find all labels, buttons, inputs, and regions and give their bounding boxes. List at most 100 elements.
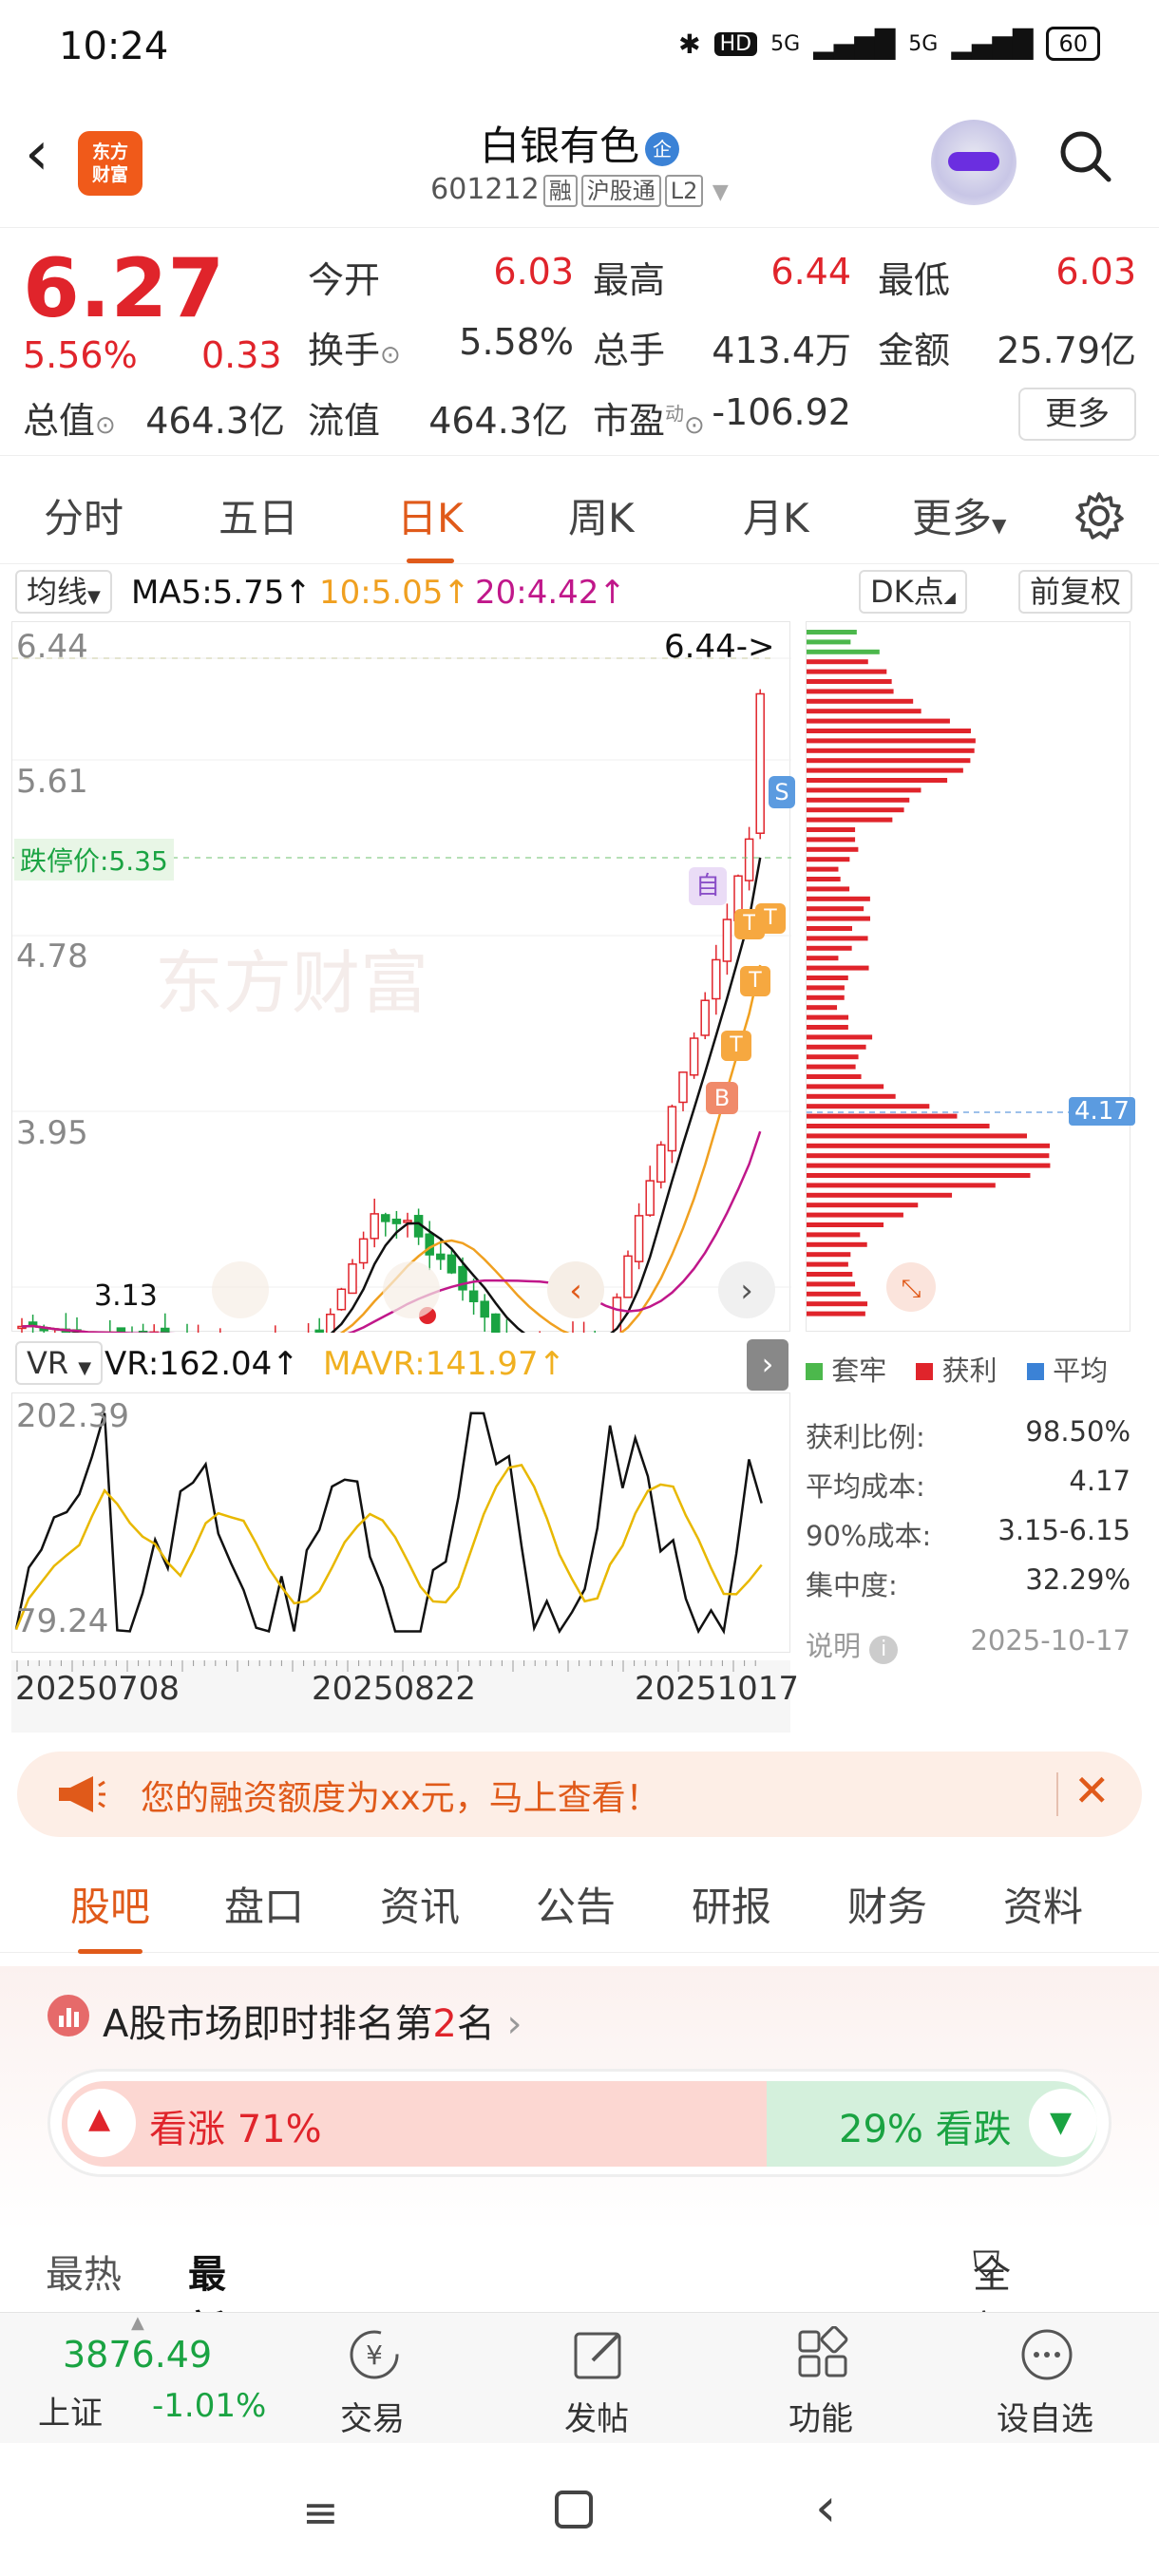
auto-marker[interactable]: 自	[689, 867, 727, 905]
menu-icon[interactable]: ≡	[302, 2487, 339, 2538]
tab-announcements[interactable]: 公告	[536, 1875, 616, 1933]
close-icon[interactable]: ✕	[1074, 1765, 1111, 1816]
tab-more[interactable]: 更多▼	[912, 486, 1006, 544]
distribution-bar	[807, 1034, 873, 1040]
tab-research[interactable]: 研报	[692, 1875, 771, 1933]
info-circle-icon[interactable]: i	[869, 1636, 899, 1664]
dropdown-icon[interactable]: ▼	[712, 180, 729, 204]
low-row: 最低 6.03	[878, 251, 1136, 303]
distribution-bar	[807, 807, 904, 813]
kline-chart[interactable]: ‹ › 东方财富 6.44 5.61 4.78 3.95 6.44-> 跌停价:…	[11, 621, 795, 1333]
info-icon-3[interactable]: ⊙	[684, 411, 705, 440]
network-label-2: 5G	[908, 31, 939, 56]
distribution-bar	[807, 926, 852, 931]
t-marker-4[interactable]: T	[755, 903, 786, 934]
back-nav-icon[interactable]: ‹	[815, 2477, 836, 2539]
adjust-button[interactable]: 前复权	[1018, 570, 1133, 614]
t-marker-1[interactable]: T	[721, 1031, 751, 1061]
dk-button[interactable]: DK点◢	[859, 570, 967, 614]
t-marker-2[interactable]: T	[740, 966, 770, 996]
index-widget[interactable]: ▲ 3876.49 上证 -1.01%	[28, 2313, 276, 2444]
date-label-2: 20251017	[635, 1670, 800, 1708]
tab-monthly-k[interactable]: 月K	[743, 486, 809, 544]
ma-legend: 均线▼ MA5:5.75↑ 10:5.05↑ 20:4.42↑ DK点◢ 前复权	[0, 566, 1159, 617]
sort-hot[interactable]: 最热	[46, 2244, 122, 2299]
svg-text:›: ›	[740, 1272, 753, 1310]
tab-forum[interactable]: 股吧	[70, 1875, 150, 1954]
ma-selector[interactable]: 均线▼	[15, 570, 112, 614]
stats-note[interactable]: 说明 i 2025-10-17	[806, 1624, 1130, 1664]
zoom-in-circle[interactable]	[383, 1261, 440, 1318]
note-date: 2025-10-17	[970, 1624, 1130, 1657]
search-icon[interactable]	[1056, 127, 1113, 184]
buy-marker[interactable]: B	[706, 1082, 738, 1114]
tab-daily-k[interactable]: 日K	[397, 486, 464, 563]
tab-profile[interactable]: 资料	[1003, 1875, 1083, 1933]
pe-row: 市盈动⊙ -106.92	[593, 391, 851, 444]
candle-body	[381, 1214, 390, 1222]
stat-value: 32.29%	[1025, 1563, 1130, 1596]
distribution-bar	[807, 945, 852, 951]
candle-body	[314, 1329, 324, 1333]
info-icon[interactable]: ⊙	[380, 341, 401, 369]
ma10-text: 10:5.05	[319, 574, 444, 612]
distribution-bar	[807, 659, 868, 665]
distribution-bar	[807, 1104, 930, 1109]
candle-body	[391, 1218, 402, 1224]
system-nav: ≡ ‹	[0, 2443, 1159, 2576]
tab-orderbook[interactable]: 盘口	[224, 1875, 304, 1933]
stat-profit-ratio: 获利比例: 98.50%	[806, 1415, 1130, 1455]
nav-trade[interactable]: ¥ 交易	[277, 2313, 467, 2444]
distribution-bar	[807, 1232, 861, 1238]
open-row: 今开 6.03	[308, 251, 574, 303]
signal-icon: ▂▄▆█	[813, 28, 896, 60]
gear-icon[interactable]	[1074, 490, 1125, 541]
expand-panel-icon[interactable]: ›	[747, 1339, 788, 1391]
note-label: 说明	[806, 1630, 862, 1662]
distribution-bar	[807, 866, 839, 872]
bull-button[interactable]: ▲	[67, 2089, 136, 2157]
nav-trade-label: 交易	[340, 2400, 405, 2438]
nav-post[interactable]: 发帖	[502, 2313, 692, 2444]
vr-value: VR:162.04↑	[104, 1345, 299, 1383]
rank-title[interactable]: A股市场即时排名第2名 ›	[103, 1993, 522, 2048]
legend-trapped: 套牢	[806, 1354, 886, 1387]
tab-weekly-k[interactable]: 周K	[568, 486, 635, 544]
mcap-label: 总值	[23, 400, 96, 442]
period-tabs: 分时 五日 日K 周K 月K 更多▼	[0, 465, 1159, 564]
nav-functions[interactable]: 功能	[726, 2313, 916, 2444]
nav-watchlist[interactable]: 设自选	[950, 2313, 1140, 2444]
candle-body	[678, 1071, 688, 1104]
svg-text:¥: ¥	[366, 2339, 383, 2371]
distribution-bar	[807, 1014, 849, 1020]
bear-button[interactable]: ▼	[1029, 2089, 1097, 2157]
stock-header: ‹ 东方 财富 白银有色企 601212 融沪股通 L2 ▼	[0, 95, 1159, 228]
tab-financials[interactable]: 财务	[847, 1875, 927, 1933]
tab-intraday[interactable]: 分时	[44, 486, 124, 544]
y-label-1: 5.61	[16, 763, 88, 801]
distribution-bar	[807, 1272, 853, 1277]
cost-distribution[interactable]: ⤡ 4.17	[806, 621, 1135, 1332]
home-icon[interactable]	[555, 2491, 593, 2529]
stat-label: 获利比例:	[806, 1421, 925, 1453]
tab-five-day[interactable]: 五日	[218, 486, 298, 544]
distribution-bar	[807, 1113, 958, 1119]
more-button[interactable]: 更多	[1018, 388, 1136, 441]
tab-news[interactable]: 资讯	[380, 1875, 460, 1933]
turnover-value: 5.58%	[459, 321, 574, 363]
distribution-bar	[807, 729, 971, 733]
vr-selector[interactable]: VR ▼	[15, 1341, 104, 1385]
legend-profit-label: 获利	[941, 1354, 998, 1387]
change-amount: 0.33	[201, 334, 282, 376]
margin-banner[interactable]: 您的融资额度为xx元，马上查看！ ✕	[17, 1752, 1142, 1837]
distribution-bar	[807, 975, 848, 980]
distribution-bar	[807, 886, 850, 892]
zoom-out-circle[interactable]	[212, 1261, 269, 1318]
distribution-bar	[807, 857, 850, 862]
distribution-bar	[807, 767, 963, 773]
sell-marker[interactable]: S	[769, 776, 795, 808]
vr-chart[interactable]: 202.39 79.24	[11, 1392, 790, 1653]
date-axis: 20250708 20250822 20251017	[11, 1660, 799, 1733]
assistant-avatar[interactable]	[931, 120, 1016, 205]
info-icon-2[interactable]: ⊙	[95, 411, 116, 440]
